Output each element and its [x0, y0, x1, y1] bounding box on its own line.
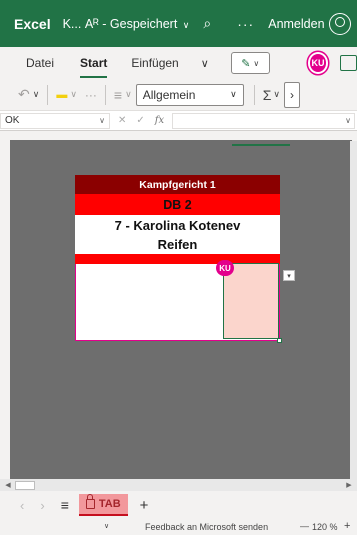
zoom-level[interactable]: 120 %	[312, 522, 338, 532]
expand-icon[interactable]: ∨	[345, 116, 351, 125]
sign-in-link[interactable]: Anmelden	[268, 17, 324, 31]
feedback-link[interactable]: Feedback an Microsoft senden	[145, 522, 268, 532]
comment-icon[interactable]	[340, 55, 357, 71]
cancel-icon[interactable]: ✕	[118, 115, 126, 126]
sheet-tab-bar: ‹ › ≡ TAB +	[0, 491, 357, 519]
chevron-down-icon[interactable]: ∨	[33, 89, 40, 100]
apparatus-cell[interactable]: Reifen	[75, 235, 280, 254]
divider	[104, 84, 106, 105]
more-options-icon[interactable]: ···	[237, 16, 254, 32]
scroll-right-icon[interactable]: ▶	[344, 480, 354, 490]
divider	[47, 84, 49, 105]
scroll-left-icon[interactable]: ◀	[3, 480, 13, 490]
sheet-tab-tab[interactable]: TAB	[78, 494, 128, 516]
ribbon-next-button[interactable]: ›	[283, 81, 300, 108]
divider	[253, 84, 255, 105]
zoom-out-icon[interactable]: —	[300, 521, 309, 531]
score-row	[75, 263, 282, 343]
person-icon[interactable]	[328, 12, 351, 35]
chevron-right-icon: ›	[289, 87, 294, 102]
pen-tool-button[interactable]: ✎ ∨	[230, 52, 270, 74]
number-format-value: Allgemein	[142, 87, 196, 102]
fill-color-icon[interactable]: ▬	[56, 89, 67, 101]
confirm-icon[interactable]: ✓	[136, 115, 144, 126]
sheet-tab-label: TAB	[98, 498, 121, 510]
group-cell[interactable]: DB 2	[75, 194, 280, 215]
chevron-down-icon[interactable]: ∨	[104, 522, 109, 530]
scoring-card: Kampfgericht 1 DB 2 7 - Karolina Kotenev…	[75, 175, 282, 343]
chevron-down-icon[interactable]: ∨	[70, 89, 77, 100]
tab-start[interactable]: Start	[80, 56, 108, 78]
horizontal-scrollbar[interactable]: ◀ ▶	[0, 479, 357, 491]
prev-sheet-icon[interactable]: ‹	[20, 498, 24, 513]
tab-datei[interactable]: Datei	[26, 56, 54, 70]
name-box-value: OK	[5, 115, 20, 126]
chevron-down-icon[interactable]: ∨	[201, 57, 209, 70]
pen-icon: ✎	[241, 57, 251, 70]
name-box[interactable]: OK ∨	[0, 112, 110, 129]
all-sheets-icon[interactable]: ≡	[61, 497, 69, 513]
dropdown-arrow-icon[interactable]: ▾	[283, 270, 295, 281]
chevron-down-icon: ∨	[182, 19, 190, 30]
autosum-icon[interactable]: Σ	[263, 87, 272, 103]
athlete-cell[interactable]: 7 - Karolina Kotenev	[75, 215, 280, 235]
document-title-text: K... Αᴿ - Gespeichert	[62, 16, 178, 31]
presence-avatar[interactable]: KU	[307, 52, 329, 74]
app-name: Excel	[14, 15, 51, 32]
chevron-down-icon: ∨	[230, 89, 237, 99]
add-sheet-icon[interactable]: +	[140, 497, 149, 514]
zoom-in-icon[interactable]: +	[344, 520, 350, 532]
fill-handle[interactable]	[277, 338, 282, 343]
tab-einfuegen[interactable]: Einfügen	[131, 56, 178, 70]
chevron-down-icon[interactable]: ∨	[273, 89, 280, 100]
next-sheet-icon[interactable]: ›	[40, 498, 44, 513]
column-selection-marker	[232, 144, 290, 146]
function-icon[interactable]: fx	[155, 115, 164, 126]
status-bar: ∨ Feedback an Microsoft senden — 120 % +	[0, 519, 357, 535]
chevron-down-icon[interactable]: ∨	[125, 89, 132, 100]
align-icon[interactable]: ≡	[114, 87, 122, 103]
formula-bar: OK ∨ ✕ ✓ fx ∨	[0, 111, 357, 131]
formula-input[interactable]: ∨	[172, 112, 355, 129]
panel-header-cell[interactable]: Kampfgericht 1	[75, 175, 280, 194]
ribbon-toolbar: ↶ ∨ ▬ ∨ ··· ≡ ∨ Allgemein ∨ Σ ∨ ›	[0, 79, 357, 111]
menu-bar: Datei Start Einfügen ∨ ✎ ∨ KU	[0, 47, 357, 79]
scroll-thumb[interactable]	[15, 480, 35, 490]
chevron-down-icon: ∨	[99, 116, 105, 125]
selected-cell[interactable]	[223, 263, 279, 339]
collaborator-flag: KU	[216, 260, 234, 276]
undo-icon[interactable]: ↶	[18, 86, 30, 103]
score-input-cell[interactable]	[76, 264, 223, 340]
search-icon[interactable]: ⌕	[203, 15, 211, 32]
document-title[interactable]: K... Αᴿ - Gespeichert ∨	[63, 17, 190, 31]
vertical-scrollbar[interactable]	[350, 141, 357, 480]
chevron-down-icon: ∨	[253, 58, 260, 68]
lock-icon	[85, 494, 95, 509]
title-bar: Excel K... Αᴿ - Gespeichert ∨ ⌕ ··· Anme…	[0, 0, 357, 47]
more-icon[interactable]: ···	[85, 88, 97, 102]
number-format-select[interactable]: Allgemein ∨	[135, 83, 244, 106]
